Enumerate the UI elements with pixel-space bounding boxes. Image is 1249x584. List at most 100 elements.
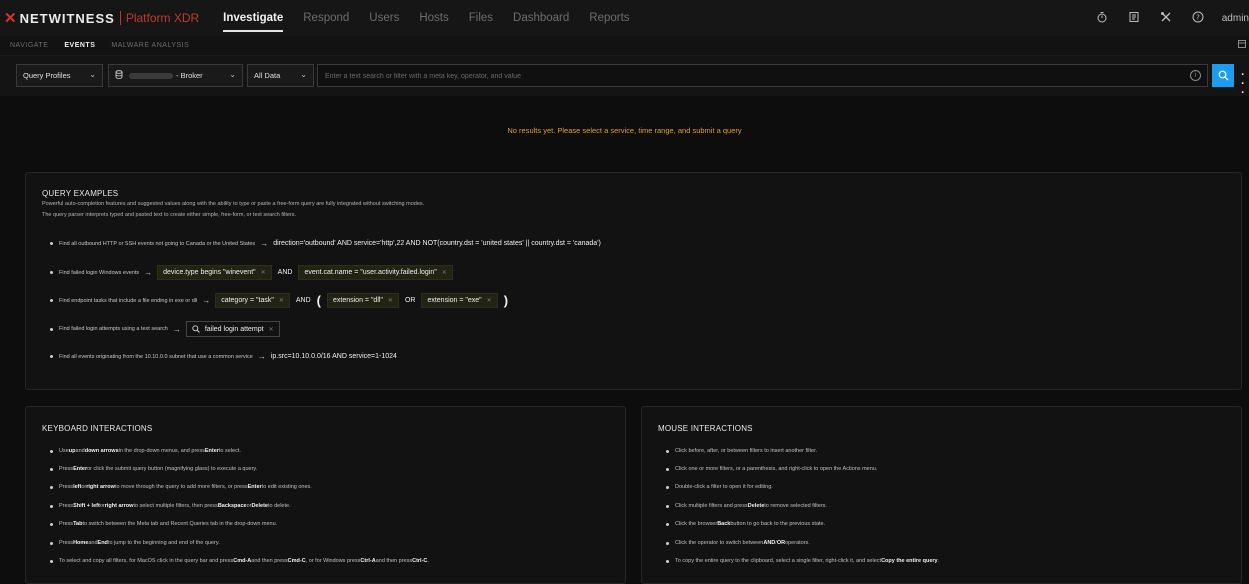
close-parenthesis[interactable]: ) [504,293,508,308]
close-icon[interactable]: ✕ [388,297,393,304]
time-range-dropdown[interactable]: All Data ⌄ [247,64,314,87]
nav-hosts[interactable]: Hosts [419,0,448,36]
nav-dashboard[interactable]: Dashboard [513,0,569,36]
chevron-down-icon: ⌄ [89,70,96,79]
query-bar: Query Profiles ⌄ - Broker ⌄ All Data ⌄ i… [0,56,1249,99]
database-icon [115,70,123,81]
filter-pill-text: extension = "dll" [333,297,383,304]
filter-pill[interactable]: extension = "exe" ✕ [421,293,498,308]
nav-users[interactable]: Users [369,0,399,36]
example-query[interactable]: direction='outbound' AND service='http',… [273,240,601,247]
tab-navigate[interactable]: NAVIGATE [10,42,48,49]
mouse-interactions-title: MOUSE INTERACTIONS [658,424,753,433]
nav-reports[interactable]: Reports [589,0,629,36]
item-key: up [68,448,76,454]
item-text: Click before, after, or between filters … [675,448,818,454]
item-text: to delete. [267,503,291,509]
filter-pill-text: device.type begins "winevent" [163,269,256,276]
operator[interactable]: AND [278,269,293,276]
filter-pill-text: category = "task" [221,297,274,304]
logo-text: NETWITNESS [19,10,115,26]
nav-investigate[interactable]: Investigate [223,0,284,36]
user-menu[interactable]: admin [1222,13,1249,24]
item-text: Use [59,448,69,454]
item-key: Home [73,540,89,546]
item-text: Press [59,503,74,509]
tab-malware-analysis[interactable]: MALWARE ANALYSIS [111,42,189,49]
item-key: right arrow [86,484,115,490]
item-text: Click multiple filters and press [675,503,748,509]
more-options-icon[interactable]: · · · [1240,70,1246,99]
operator[interactable]: OR [405,297,416,304]
example-label: Find failed login Windows events [59,269,140,276]
open-parenthesis[interactable]: ( [317,293,321,308]
query-input[interactable] [318,66,1178,87]
item-key: Enter [204,448,219,454]
chevron-down-icon: ⌄ [229,70,236,79]
item-text: button to go back to the previous state. [730,521,826,527]
bullet [50,467,53,471]
investigate-subnav: NAVIGATE EVENTS MALWARE ANALYSIS [0,36,1249,56]
bullet [50,541,53,545]
filter-pill[interactable]: extension = "dll" ✕ [327,293,399,308]
close-icon[interactable]: ✕ [261,269,266,276]
item-text: to select. [218,448,241,454]
bullet [666,522,669,526]
example-label: Find all events originating from the 10.… [59,353,253,360]
nav-respond[interactable]: Respond [303,0,349,36]
item-key: right arrow [104,503,134,509]
notes-icon[interactable] [1128,11,1140,26]
close-icon[interactable]: ✕ [487,297,492,304]
example-endpoint-tasks: Find endpoint tasks that include a file … [50,293,514,308]
arrow-right-icon: → [202,296,211,305]
operator[interactable]: AND [296,297,311,304]
mouse-interactions-panel: MOUSE INTERACTIONS Click before, after, … [641,406,1242,584]
top-navigation-bar: ✕ NETWITNESS Platform XDR Investigate Re… [0,0,1249,36]
bullet [50,355,53,358]
item-text: Press [59,484,74,490]
query-profiles-dropdown[interactable]: Query Profiles ⌄ [16,64,103,87]
info-icon[interactable]: i [1190,70,1201,81]
filter-pill-text: event.cat.name = "user.activity.failed.l… [304,269,437,276]
item-text: Double-click a filter to open it for edi… [675,484,773,490]
arrow-right-icon: → [144,268,153,277]
item-key: Enter [73,466,88,472]
tab-events[interactable]: EVENTS [64,42,95,49]
submit-query-button[interactable] [1212,64,1234,87]
query-examples-panel: QUERY EXAMPLES Powerful auto-completion … [25,172,1242,390]
example-text-search: Find failed login attempts using a text … [50,321,286,337]
filter-pill[interactable]: category = "task" ✕ [215,293,290,308]
text-search-pill[interactable]: failed login attempt ✕ [185,321,280,337]
item-text: Click one or more filters, or a parenthe… [675,466,878,472]
item-key: AND [763,540,776,546]
nav-files[interactable]: Files [469,0,493,36]
mouse-item: Click the operator to switch between AND… [666,540,810,546]
filter-pill[interactable]: device.type begins "winevent" ✕ [157,265,272,280]
filter-pill[interactable]: event.cat.name = "user.activity.failed.l… [298,265,453,280]
bullet [666,541,669,545]
netwitness-logo[interactable]: ✕ NETWITNESS Platform XDR [4,9,199,27]
keyboard-item: To select and copy all filters, for MacO… [50,558,429,564]
timer-icon[interactable] [1096,11,1108,26]
query-examples-desc-2: The query parser interprets typed and pa… [42,212,297,218]
item-key: Back [717,521,731,527]
close-icon[interactable]: ✕ [442,269,447,276]
example-query[interactable]: ip.src=10.10.0.0/16 AND service=1-1024 [271,353,397,360]
tools-icon[interactable] [1160,11,1172,26]
item-key: Delete [747,503,765,509]
top-right-icons: ? admin [1076,0,1249,36]
bullet [666,485,669,489]
bullet [50,504,53,508]
item-text: to switch between the Meta tab and Recen… [82,521,278,527]
help-icon[interactable]: ? [1192,11,1204,26]
close-icon[interactable]: ✕ [279,297,284,304]
item-key: Ctrl-C [412,558,428,564]
panel-toggle-icon[interactable] [1238,40,1246,50]
example-label: Find endpoint tasks that include a file … [59,297,198,304]
item-key: Enter [247,484,262,490]
service-dropdown[interactable]: - Broker ⌄ [108,64,243,87]
close-icon[interactable]: ✕ [269,326,274,333]
keyboard-item: Press left or right arrow to move throug… [50,484,312,490]
logo-divider [119,11,121,25]
bullet [666,449,669,453]
